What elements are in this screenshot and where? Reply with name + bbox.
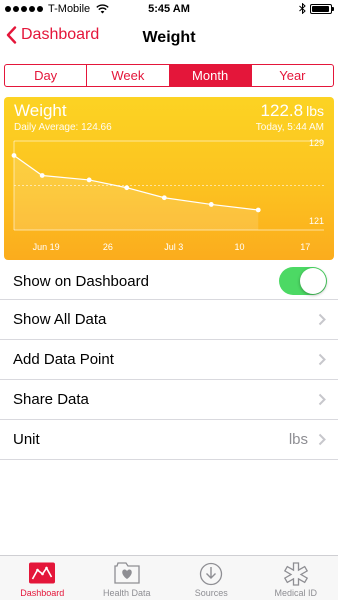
tab-sources-label: Sources: [194, 588, 228, 598]
x-tick-label: 17: [300, 242, 310, 252]
medical-id-icon: [283, 562, 308, 586]
chevron-right-icon: [318, 313, 326, 326]
segment-week[interactable]: Week: [87, 65, 170, 86]
show-all-data-label: Show All Data: [13, 311, 107, 328]
data-point-1: [11, 153, 17, 158]
sources-icon: [200, 562, 223, 586]
health-data-icon: [114, 562, 140, 584]
status-right: [299, 3, 334, 14]
battery-icon: [310, 3, 334, 14]
tab-medical-id[interactable]: Medical ID: [254, 556, 338, 600]
show-on-dashboard-row: Show on Dashboard: [0, 262, 338, 300]
x-tick-label: Jul 3: [164, 242, 183, 252]
tab-sources[interactable]: Sources: [169, 556, 254, 600]
add-data-point-row[interactable]: Add Data Point: [0, 340, 338, 380]
chevron-right-icon: [318, 393, 326, 406]
chevron-right-icon: [318, 353, 326, 366]
data-point-3: [86, 177, 92, 183]
bluetooth-icon: [299, 3, 306, 14]
series-area: [14, 155, 259, 230]
unit-value: lbs: [288, 431, 308, 448]
x-tick-label: Jun 19: [33, 242, 60, 252]
segment-year[interactable]: Year: [252, 65, 333, 86]
chevron-right-icon: [318, 433, 326, 446]
status-bar: T-Mobile 5:45 AM: [0, 0, 338, 20]
share-data-row[interactable]: Share Data: [0, 380, 338, 420]
tab-dashboard-label: Dashboard: [20, 588, 65, 598]
y-tick-max: 129: [309, 138, 324, 148]
tab-health-data-label: Health Data: [102, 588, 151, 598]
x-tick-label: 26: [103, 242, 113, 252]
add-data-point-label: Add Data Point: [13, 351, 114, 368]
unit-row[interactable]: Unit lbs: [0, 420, 338, 460]
tab-health-data[interactable]: Health Data: [85, 556, 170, 600]
show-on-dashboard-label: Show on Dashboard: [13, 273, 149, 290]
data-point-2: [39, 173, 45, 178]
data-point-5: [161, 195, 167, 201]
share-data-label: Share Data: [13, 391, 89, 408]
data-point-4: [124, 185, 130, 191]
time-range-segmented-control: Day Week Month Year: [4, 64, 334, 87]
y-tick-min: 121: [309, 216, 324, 226]
show-on-dashboard-toggle[interactable]: [279, 267, 327, 295]
segment-day[interactable]: Day: [5, 65, 88, 86]
dashboard-icon: [29, 562, 56, 584]
x-tick-label: 10: [234, 242, 244, 252]
show-all-data-row[interactable]: Show All Data: [0, 300, 338, 340]
page-title: Weight: [142, 29, 196, 46]
weight-chart-card: Weight 122.8 lbs Daily Average: 124.66 To…: [4, 97, 334, 260]
status-time: 5:45 AM: [148, 3, 190, 15]
tab-dashboard[interactable]: Dashboard: [0, 556, 85, 600]
data-point-6: [208, 202, 214, 207]
segment-month[interactable]: Month: [169, 65, 252, 86]
toggle-knob: [300, 268, 326, 294]
tab-bar: Dashboard Health Data Sources Medical ID: [0, 555, 338, 600]
data-point-7: [255, 207, 261, 213]
unit-label: Unit: [13, 431, 40, 448]
weight-line-chart: 129 121 Jun 19 26 Jul 3 10 17: [11, 138, 324, 252]
navigation-bar: Dashboard Weight: [0, 20, 338, 58]
settings-list: Show on Dashboard Show All Data Add Data…: [0, 262, 338, 460]
battery-level: [312, 5, 329, 12]
tab-medical-id-label: Medical ID: [274, 588, 317, 598]
